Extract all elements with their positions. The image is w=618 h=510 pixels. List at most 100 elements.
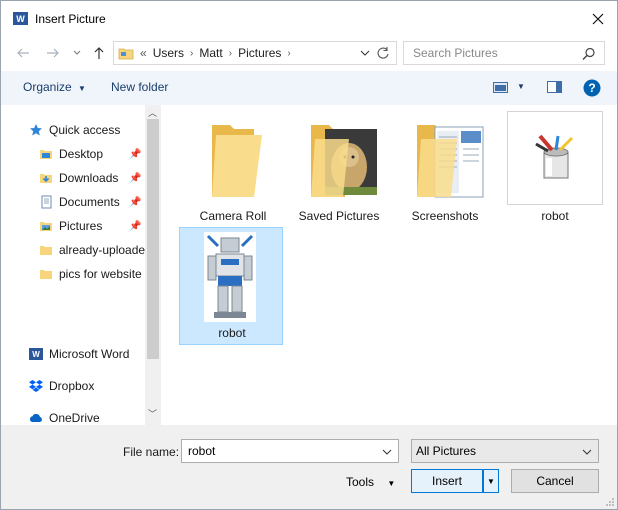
- forward-arrow-icon: [47, 48, 59, 58]
- file-name: robot: [218, 326, 246, 340]
- folder-icon: [212, 125, 262, 197]
- robot-image-thumbnail: [204, 232, 256, 322]
- nav-label: OneDrive: [49, 411, 100, 425]
- file-type-select[interactable]: All Pictures: [411, 439, 599, 463]
- nav-item-downloads[interactable]: Downloads: [39, 167, 183, 189]
- folder-icon: [40, 270, 52, 279]
- cancel-button[interactable]: Cancel: [511, 469, 599, 493]
- file-tile-robot-selected[interactable]: robot: [179, 227, 283, 345]
- view-options-dropdown[interactable]: ▼: [517, 82, 525, 91]
- file-tile-saved-pictures[interactable]: Saved Pictures: [287, 111, 391, 227]
- scroll-down-icon[interactable]: ﹀: [148, 407, 157, 420]
- insert-button[interactable]: Insert: [411, 469, 483, 493]
- insert-options-dropdown[interactable]: ▼: [483, 469, 499, 493]
- window-title: Insert Picture: [35, 12, 106, 26]
- nav-label: Desktop: [59, 147, 104, 161]
- tools-menu-button[interactable]: Tools ▼: [346, 475, 395, 489]
- pictures-folder-icon: [40, 222, 52, 231]
- breadcrumb-pictures[interactable]: Pictures: [238, 46, 281, 60]
- breadcrumb-overflow[interactable]: «: [140, 46, 147, 60]
- title-bar: W Insert Picture: [1, 1, 617, 37]
- file-name-label: File name:: [123, 445, 180, 459]
- word-app-icon: W: [13, 12, 28, 25]
- search-icon: [582, 47, 595, 60]
- forward-button[interactable]: [43, 43, 63, 63]
- pin-icon[interactable]: 📌: [129, 149, 141, 160]
- file-type-value: All Pictures: [416, 444, 477, 458]
- close-icon: [592, 13, 604, 25]
- organize-label: Organize: [23, 80, 72, 94]
- pin-icon[interactable]: 📌: [129, 221, 141, 232]
- pin-icon[interactable]: 📌: [129, 197, 141, 208]
- breadcrumb-matt[interactable]: Matt: [199, 46, 222, 60]
- address-dropdown-icon[interactable]: [360, 50, 370, 56]
- nav-item-desktop[interactable]: Desktop: [39, 143, 183, 165]
- tools-label: Tools: [346, 475, 375, 489]
- dropbox-icon: [29, 380, 43, 392]
- back-button[interactable]: [13, 43, 33, 63]
- up-arrow-icon: [94, 47, 104, 59]
- close-button[interactable]: [585, 7, 611, 31]
- pin-icon[interactable]: 📌: [129, 173, 141, 184]
- file-list: Camera Roll Saved Pictures Screenshots r…: [163, 105, 617, 425]
- file-name: Camera Roll: [199, 209, 267, 223]
- svg-text:W: W: [32, 350, 40, 359]
- nav-item-pictures[interactable]: Pictures: [39, 215, 183, 237]
- nav-label: already-uploade: [59, 243, 146, 257]
- file-name-combobox[interactable]: [181, 439, 399, 463]
- file-name: robot: [541, 209, 569, 223]
- folder-icon: [40, 246, 52, 255]
- nav-item-documents[interactable]: Documents: [39, 191, 183, 213]
- star-icon: [30, 124, 42, 136]
- scroll-up-icon[interactable]: ︿: [148, 106, 157, 119]
- file-name: Saved Pictures: [298, 209, 380, 223]
- refresh-icon[interactable]: [376, 46, 390, 60]
- help-icon[interactable]: ?: [583, 79, 601, 97]
- chevron-down-icon: [582, 449, 592, 455]
- navigation-scrollbar[interactable]: ︿ ﹀: [145, 105, 161, 425]
- preview-pane-icon[interactable]: [547, 81, 563, 94]
- address-bar[interactable]: « Users › Matt › Pictures ›: [113, 41, 397, 65]
- svg-text:?: ?: [588, 81, 595, 95]
- search-input[interactable]: [411, 45, 571, 61]
- nav-item-already-uploaded[interactable]: already-uploade: [39, 239, 183, 261]
- file-tile-robot-image[interactable]: robot: [499, 111, 603, 227]
- chevron-down-icon[interactable]: [382, 449, 392, 455]
- desktop-folder-icon: [40, 150, 52, 159]
- documents-folder-icon: [417, 125, 484, 198]
- change-view-icon[interactable]: [493, 82, 509, 94]
- command-bar: Organize ▼ New folder ▼ ?: [1, 71, 617, 105]
- organize-button[interactable]: Organize ▼: [23, 80, 86, 94]
- dialog-footer: File name: All Pictures Tools ▼ Insert ▼…: [1, 425, 617, 509]
- search-box[interactable]: [403, 41, 605, 65]
- nav-label: Documents: [59, 195, 120, 209]
- resize-grip-icon[interactable]: [605, 497, 615, 507]
- nav-label: pics for website: [59, 267, 142, 281]
- file-tile-screenshots[interactable]: Screenshots: [393, 111, 497, 227]
- nav-label: Downloads: [59, 171, 119, 185]
- scrollbar-thumb[interactable]: [147, 119, 159, 359]
- folder-icon: [118, 48, 134, 60]
- nav-label: Quick access: [49, 123, 121, 137]
- documents-folder-icon: [41, 195, 52, 209]
- chevron-right-icon: ›: [190, 47, 194, 59]
- chevron-down-icon: ▼: [387, 479, 396, 488]
- nav-label: Pictures: [59, 219, 103, 233]
- breadcrumb-users[interactable]: Users: [153, 46, 184, 60]
- image-thumbnail: [507, 111, 603, 205]
- downloads-folder-icon: [40, 174, 52, 183]
- insert-picture-dialog: W Insert Picture « Users › Matt › Pictur…: [0, 0, 618, 510]
- navigation-pane: Quick access Desktop 📌 Downloads 📌 Docum…: [1, 105, 161, 425]
- up-button[interactable]: [89, 43, 109, 63]
- file-name: Screenshots: [411, 209, 479, 223]
- nav-label: Microsoft Word: [49, 347, 130, 361]
- file-name-input[interactable]: [186, 443, 366, 459]
- nav-item-pics-for-website[interactable]: pics for website: [39, 263, 183, 285]
- file-tile-camera-roll[interactable]: Camera Roll: [181, 111, 285, 227]
- nav-label: Dropbox: [49, 379, 95, 393]
- cloud-icon: [29, 413, 42, 422]
- back-arrow-icon: [17, 48, 29, 58]
- recent-locations-button[interactable]: [67, 43, 87, 63]
- chevron-down-icon: ▼: [78, 84, 86, 93]
- new-folder-button[interactable]: New folder: [111, 80, 168, 94]
